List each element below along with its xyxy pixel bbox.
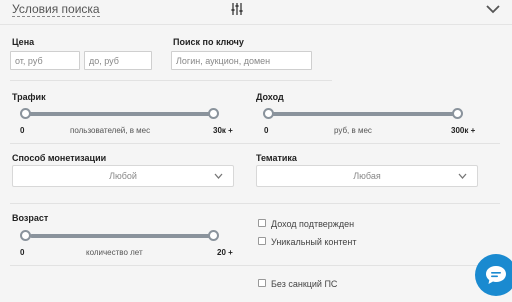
age-max-value: 20 +: [217, 248, 233, 257]
topic-value: Любая: [353, 171, 381, 181]
price-to-input[interactable]: до, руб: [84, 51, 152, 70]
filter-sliders-icon[interactable]: [231, 2, 243, 16]
income-max-handle[interactable]: [452, 108, 463, 119]
divider: [10, 203, 500, 204]
traffic-max-handle[interactable]: [208, 108, 219, 119]
search-conditions-label: Условия поиска: [12, 2, 100, 17]
traffic-slider-track[interactable]: [23, 112, 215, 116]
traffic-unit: пользователей, в мес: [70, 126, 151, 135]
monetization-label: Способ монетизации: [12, 153, 107, 163]
chevron-down-icon: [214, 173, 223, 179]
keyword-label: Поиск по ключу: [173, 37, 244, 47]
price-from-input[interactable]: от, руб: [10, 51, 80, 70]
divider: [10, 143, 500, 144]
age-min-handle[interactable]: [20, 230, 31, 241]
chat-bubble-icon: [486, 266, 506, 284]
age-slider-track[interactable]: [30, 234, 214, 238]
traffic-max-value: 30к +: [213, 126, 233, 135]
no-sanctions-label[interactable]: Без санкций ПС: [271, 279, 337, 289]
income-min-handle[interactable]: [263, 108, 274, 119]
income-label: Доход: [256, 92, 284, 102]
age-label: Возраст: [12, 213, 49, 223]
topic-label: Тематика: [256, 153, 297, 163]
topic-select[interactable]: Любая: [256, 165, 478, 187]
unique-content-label[interactable]: Уникальный контент: [271, 237, 357, 247]
divider: [10, 80, 332, 81]
income-confirmed-checkbox[interactable]: [258, 219, 266, 227]
age-max-handle[interactable]: [208, 230, 219, 241]
header-divider: [0, 24, 512, 25]
divider: [10, 265, 500, 266]
monetization-select[interactable]: Любой: [12, 165, 234, 187]
unique-content-checkbox[interactable]: [258, 237, 266, 245]
price-label: Цена: [12, 37, 35, 47]
age-min-value: 0: [20, 248, 25, 257]
chat-button[interactable]: [475, 254, 512, 296]
no-sanctions-checkbox[interactable]: [258, 279, 266, 287]
monetization-value: Любой: [109, 171, 137, 181]
traffic-min-value: 0: [20, 126, 25, 135]
income-max-value: 300к +: [451, 126, 476, 135]
age-unit: количество лет: [86, 248, 143, 257]
income-slider-track[interactable]: [268, 112, 460, 116]
traffic-label: Трафик: [12, 92, 46, 102]
chevron-down-icon[interactable]: [486, 4, 500, 14]
income-confirmed-label[interactable]: Доход подтвержден: [271, 219, 354, 229]
search-conditions-title[interactable]: Условия поиска: [12, 2, 100, 17]
income-min-value: 0: [264, 126, 269, 135]
chevron-down-icon: [458, 173, 467, 179]
traffic-min-handle[interactable]: [20, 108, 31, 119]
keyword-search-input[interactable]: Логин, аукцион, домен: [171, 51, 312, 70]
income-unit: руб, в мес: [334, 126, 372, 135]
